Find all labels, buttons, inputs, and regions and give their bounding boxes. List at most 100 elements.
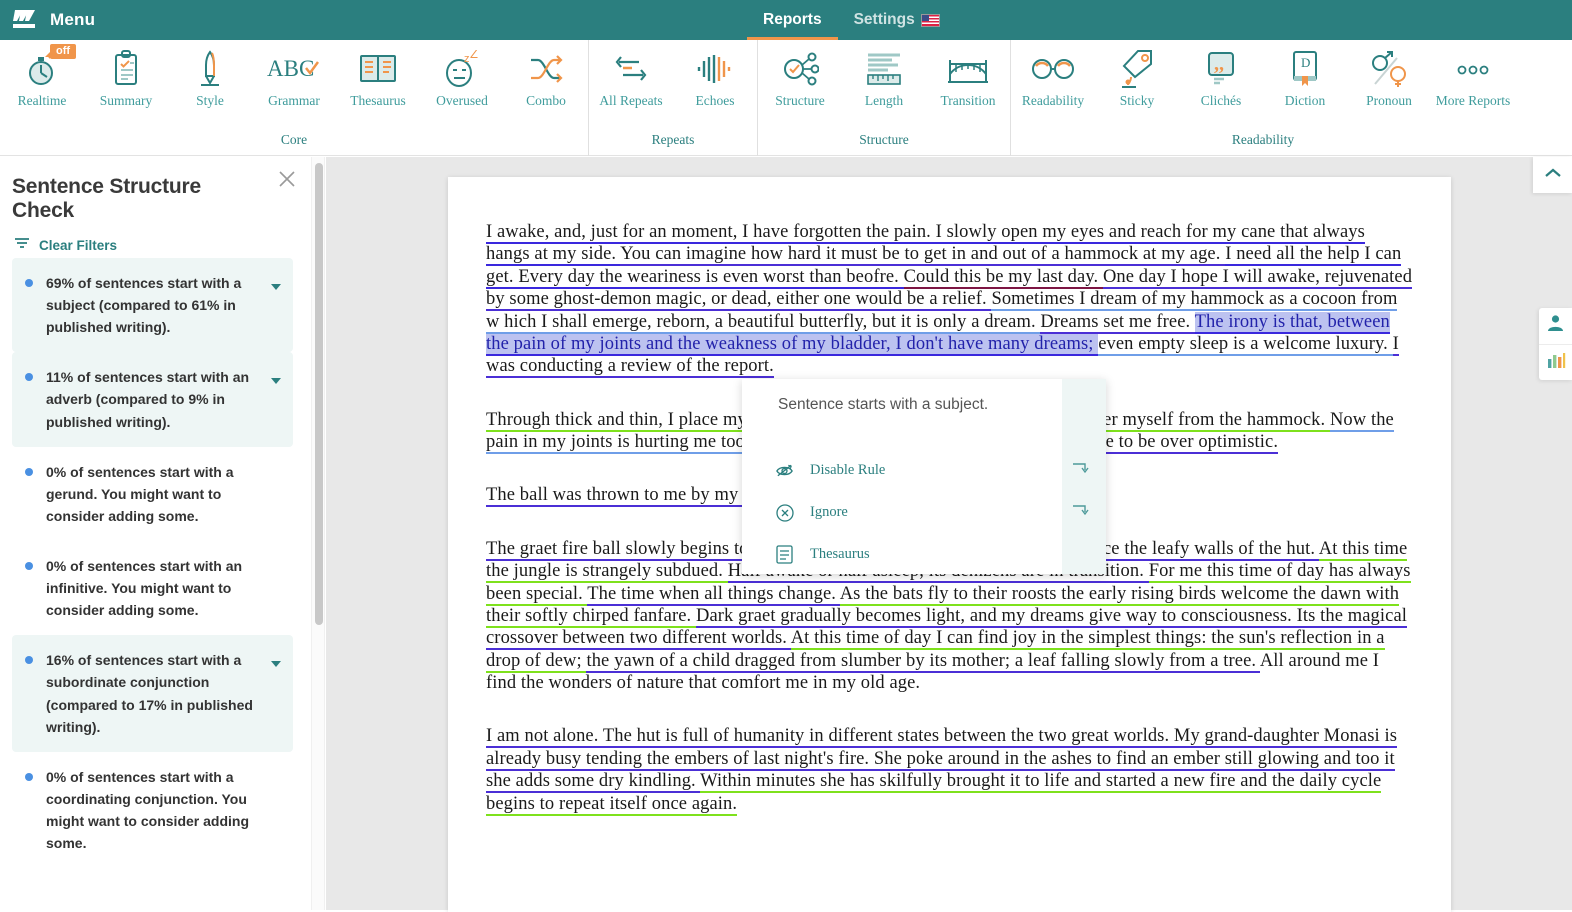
hint-card[interactable]: 0% of sentences start with a gerund. You…	[12, 447, 293, 541]
ribbon-button-all-repeats[interactable]: All Repeats	[589, 40, 673, 109]
tab-settings[interactable]: Settings	[838, 0, 956, 40]
thesaurus-label: Thesaurus	[810, 546, 870, 563]
ribbon-group-label-repeats: Repeats	[589, 132, 757, 156]
chevron-down-icon[interactable]	[271, 378, 281, 384]
ribbon-label-realtime: Realtime	[18, 93, 67, 109]
bullet-icon	[25, 773, 33, 781]
ribbon-button-pronoun[interactable]: Pronoun	[1347, 40, 1431, 109]
realtime-off-badge: off	[50, 44, 76, 59]
app-logo-and-menu[interactable]: Menu	[12, 7, 95, 33]
ribbon-label-sticky: Sticky	[1120, 93, 1155, 109]
document-sentence[interactable]: Every day the weariness is even worst th…	[518, 267, 903, 289]
return-arrow-icon-disable-rule	[1071, 461, 1089, 480]
ribbon-label-summary: Summary	[100, 93, 153, 109]
document-sentence[interactable]: The hut is full of humanity in different…	[603, 726, 1174, 748]
ribbon-button-thesaurus[interactable]: Thesaurus	[336, 40, 420, 109]
hint-card[interactable]: 16% of sentences start with a subordinat…	[12, 635, 293, 751]
chevron-down-icon[interactable]	[271, 661, 281, 667]
ribbon-button-more-reports[interactable]: More Reports	[1431, 40, 1515, 109]
ribbon-button-structure[interactable]: Structure	[758, 40, 842, 109]
suggestion-popup[interactable]: Sentence starts with a subject. Disable …	[742, 379, 1106, 574]
chevron-down-icon[interactable]	[271, 284, 281, 290]
document-paragraph[interactable]: I awake, and, just for an moment, I have…	[486, 221, 1413, 378]
ribbon-button-style[interactable]: Style	[168, 40, 252, 109]
ribbon-button-length[interactable]: Length	[842, 40, 926, 109]
ribbon-group-label-structure: Structure	[758, 132, 1010, 156]
hint-text: 0% of sentences start with a coordinatin…	[46, 766, 267, 854]
statistics-button[interactable]	[1539, 344, 1572, 380]
ribbon-button-transition[interactable]: Transition	[926, 40, 1010, 109]
ribbon-button-combo[interactable]: Combo	[504, 40, 588, 109]
ribbon-label-pronoun: Pronoun	[1366, 93, 1412, 109]
hint-text: 16% of sentences start with a subordinat…	[46, 649, 267, 737]
ribbon-button-readability[interactable]: Readability	[1011, 40, 1095, 109]
ribbon-button-realtime[interactable]: off Realtime	[0, 40, 84, 109]
ribbon-button-diction[interactable]: D Diction	[1263, 40, 1347, 109]
document-sentence[interactable]: The time when all things change.	[587, 584, 839, 606]
gender-symbols-icon	[1369, 48, 1409, 90]
ribbon-group-core: off Realtime Summary	[0, 40, 588, 156]
hint-text: 0% of sentences start with a gerund. You…	[46, 461, 267, 527]
sidebar-scrollbar[interactable]	[311, 157, 325, 910]
ribbon-label-diction: Diction	[1285, 93, 1326, 109]
suggestion-popup-right	[1062, 379, 1106, 574]
ribbon-label-length: Length	[865, 93, 903, 109]
sidebar-scrollbar-thumb[interactable]	[315, 163, 323, 625]
document-sentence[interactable]: I am not alone.	[486, 726, 603, 748]
ribbon-label-all-repeats: All Repeats	[599, 93, 662, 109]
glasses-icon	[1031, 48, 1075, 90]
abc-check-icon: ABC	[267, 48, 321, 90]
document-sentence[interactable]: You can imagine how hard it must be to g…	[620, 244, 1225, 266]
ribbon-button-overused[interactable]: z Z Overused	[420, 40, 504, 109]
document-sentence[interactable]: even empty sleep is a welcome luxury.	[1098, 334, 1392, 356]
filter-icon	[14, 236, 30, 254]
document-sentence[interactable]: Could this be my last day.	[904, 267, 1103, 289]
ribbon-group-label-core: Core	[0, 132, 588, 156]
ribbon-button-cliches[interactable]: ,, Clichés	[1179, 40, 1263, 109]
document-paragraph[interactable]: I am not alone. The hut is full of human…	[486, 725, 1413, 815]
dictionary-book-icon: D	[1290, 48, 1320, 90]
hint-card[interactable]: 11% of sentences start with an adverb (c…	[12, 352, 293, 446]
hint-card[interactable]: 69% of sentences start with a subject (c…	[12, 258, 293, 352]
document-sentence[interactable]: Dreams set me free.	[1040, 312, 1194, 334]
document-sentence[interactable]: the yawn of a child dragged from slumber…	[586, 651, 1259, 673]
close-icon[interactable]	[277, 169, 297, 189]
hint-card[interactable]: 0% of sentences start with a coordinatin…	[12, 752, 293, 868]
bullet-icon	[25, 562, 33, 570]
menu-label[interactable]: Menu	[50, 10, 95, 30]
ribbon-label-echoes: Echoes	[696, 93, 735, 109]
tab-reports-label: Reports	[763, 11, 822, 29]
ignore-action[interactable]: Ignore	[775, 503, 848, 522]
prowritingaid-logo-icon	[12, 7, 38, 33]
ribbon-group-readability: Readability Sticky	[1010, 40, 1515, 156]
hint-text: 0% of sentences start with an infinitive…	[46, 555, 267, 621]
ribbon-group-label-readability: Readability	[1011, 132, 1515, 156]
node-graph-icon	[781, 48, 819, 90]
document-sentence[interactable]: I awake, and, just for an moment, I have…	[486, 222, 936, 244]
ribbon-button-grammar[interactable]: ABC Grammar	[252, 40, 336, 109]
ribbon-button-echoes[interactable]: Echoes	[673, 40, 757, 109]
thesaurus-action[interactable]: Thesaurus	[775, 545, 870, 564]
ribbon-button-summary[interactable]: Summary	[84, 40, 168, 109]
clear-filters-label: Clear Filters	[39, 238, 117, 253]
ribbon-label-cliches: Clichés	[1201, 93, 1242, 109]
sound-wave-icon	[696, 48, 734, 90]
quote-bubble-icon: ,,	[1205, 48, 1237, 90]
collapse-ribbon-button[interactable]	[1533, 157, 1572, 193]
account-button[interactable]	[1539, 308, 1572, 344]
clear-filters-button[interactable]: Clear Filters	[0, 222, 311, 258]
tab-reports[interactable]: Reports	[747, 0, 838, 40]
ribbon-button-sticky[interactable]: Sticky	[1095, 40, 1179, 109]
hint-text: 11% of sentences start with an adverb (c…	[46, 366, 267, 432]
top-navigation-bar: Menu Reports Settings	[0, 0, 1572, 40]
repeat-arrows-icon	[613, 48, 649, 90]
ellipsis-icon	[1455, 48, 1491, 90]
bar-chart-icon	[1546, 351, 1566, 374]
disable-rule-action[interactable]: Disable Rule	[775, 461, 885, 480]
eye-slash-icon	[775, 461, 794, 480]
chevron-up-icon	[1544, 166, 1562, 184]
document-sentence[interactable]: Dark graet gradually becomes light, and …	[696, 606, 1297, 628]
page-title: Sentence Structure Check	[0, 157, 311, 222]
circle-x-icon	[775, 503, 794, 522]
hint-card[interactable]: 0% of sentences start with an infinitive…	[12, 541, 293, 635]
